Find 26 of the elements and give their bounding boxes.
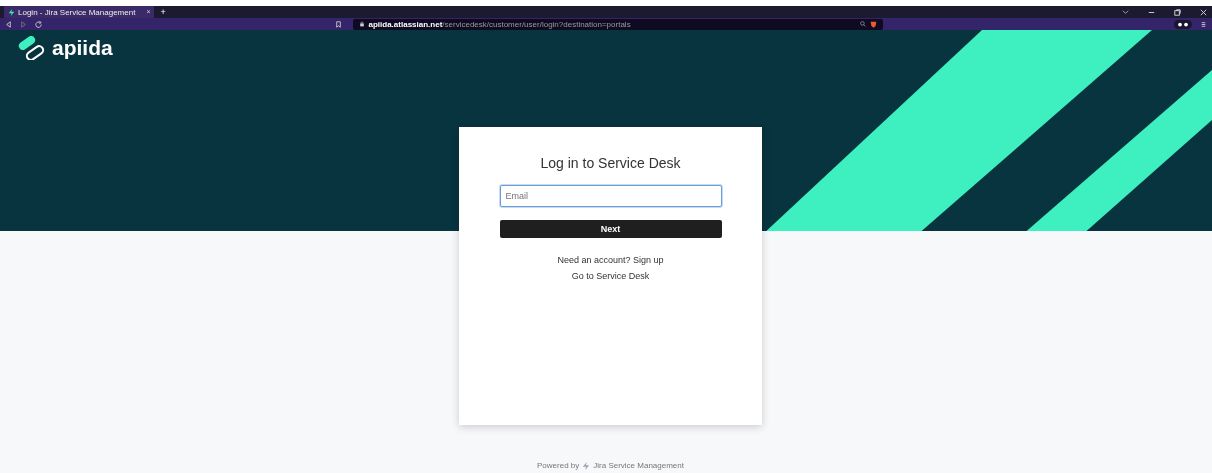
menu-icon[interactable] [1199, 19, 1208, 29]
next-button[interactable]: Next [499, 220, 722, 238]
address-bar[interactable]: apiida.atlassian.net/servicedesk/customer/user/login?destination=portals [352, 18, 883, 30]
login-title: Log in to Service Desk [540, 155, 681, 171]
close-icon[interactable] [1199, 7, 1208, 17]
reload-icon[interactable] [34, 19, 43, 29]
bolt-icon [8, 8, 15, 16]
glasses-icon[interactable] [1173, 19, 1193, 29]
product-link[interactable]: Jira Service Management [593, 461, 684, 470]
signup-link[interactable]: Need an account? Sign up [557, 255, 664, 265]
back-icon[interactable] [4, 19, 13, 29]
service-desk-link[interactable]: Go to Service Desk [571, 271, 650, 281]
logo-icon [16, 36, 46, 60]
new-tab-button[interactable]: + [160, 7, 166, 17]
powered-by-text: Powered by [537, 461, 580, 470]
bookmark-icon[interactable] [333, 19, 343, 29]
shield-icon[interactable] [869, 20, 877, 28]
chevron-down-icon[interactable] [1121, 7, 1130, 17]
brand-name: apiida [52, 36, 113, 60]
tab-title: Login - Jira Service Management [18, 7, 136, 17]
url-text: apiida.atlassian.net/servicedesk/customer/user/login?destination=portals [368, 19, 631, 29]
lock-icon [358, 21, 365, 27]
email-field[interactable]: Email [499, 185, 722, 207]
restore-icon[interactable] [1173, 7, 1182, 17]
bolt-icon [582, 461, 591, 470]
zoom-icon[interactable] [859, 21, 866, 27]
